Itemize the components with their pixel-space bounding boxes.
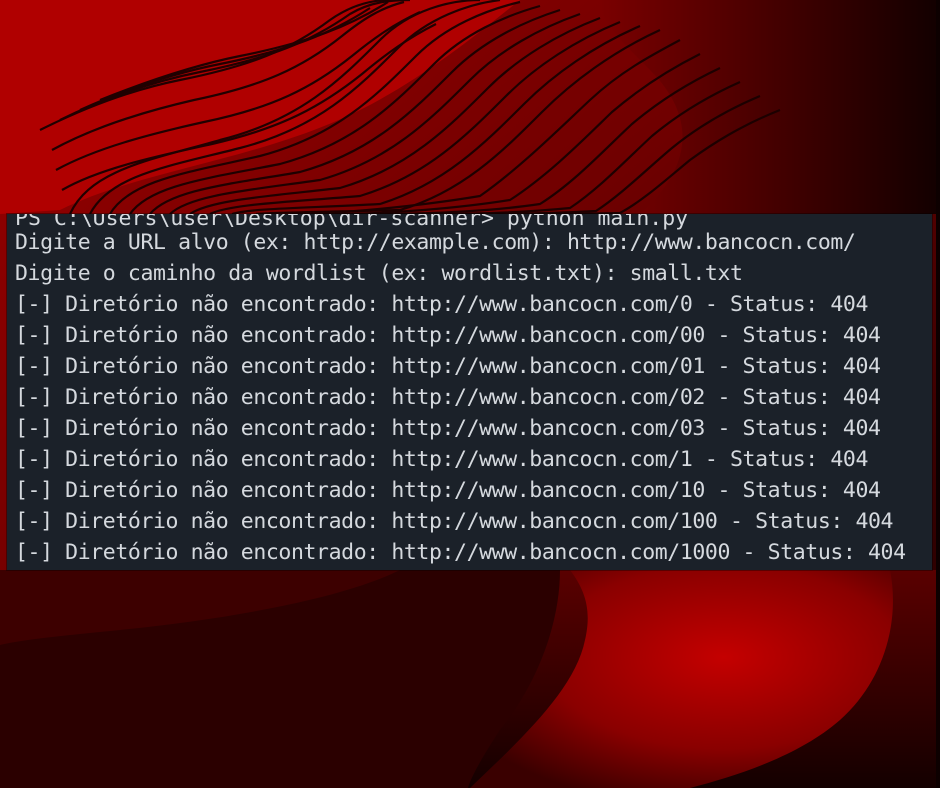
terminal-line: [-] Diretório não encontrado: http://www…: [15, 385, 881, 410]
terminal-line: Digite o caminho da wordlist (ex: wordli…: [15, 261, 743, 286]
terminal-line: [-] Diretório não encontrado: http://www…: [15, 540, 906, 565]
terminal-output: Digite a URL alvo (ex: http://example.co…: [15, 227, 906, 568]
terminal-line: [-] Diretório não encontrado: http://www…: [15, 292, 868, 317]
terminal-line: [-] Diretório não encontrado: http://www…: [15, 354, 881, 379]
poster-canvas: PS C:\Users\user\Desktop\dir-scanner> py…: [0, 0, 940, 788]
terminal-window: PS C:\Users\user\Desktop\dir-scanner> py…: [7, 214, 932, 570]
terminal-line: [-] Diretório não encontrado: http://www…: [15, 416, 881, 441]
terminal-line: [-] Diretório não encontrado: http://www…: [15, 478, 881, 503]
terminal-line: Digite a URL alvo (ex: http://example.co…: [15, 230, 856, 255]
terminal-line: [-] Diretório não encontrado: http://www…: [15, 447, 868, 472]
terminal-line: [-] Diretório não encontrado: http://www…: [15, 509, 894, 534]
terminal-line: [-] Diretório não encontrado: http://www…: [15, 323, 881, 348]
